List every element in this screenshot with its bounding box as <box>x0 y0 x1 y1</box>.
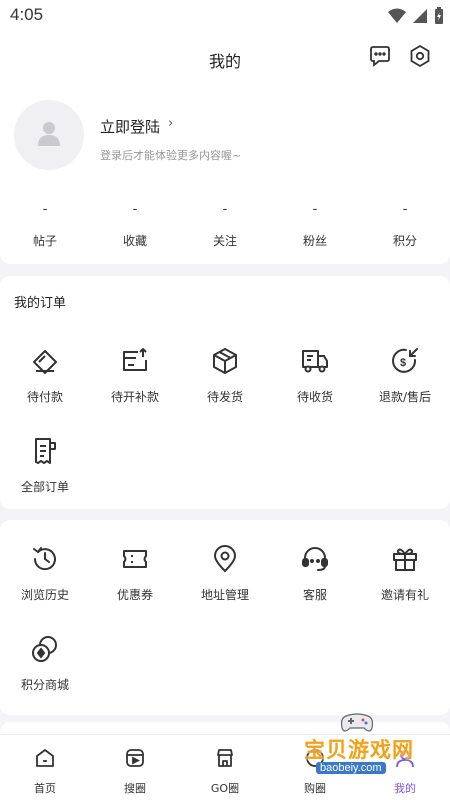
service-support[interactable]: 客服 <box>270 544 360 634</box>
order-pending-payment[interactable]: 待付款 <box>0 346 90 436</box>
settings-icon <box>408 44 432 72</box>
order-all[interactable]: 全部订单 <box>0 436 90 526</box>
video-icon <box>124 747 146 773</box>
orders-title: 我的订单 <box>14 296 67 311</box>
stat-label: 帖子 <box>32 234 57 248</box>
service-invite[interactable]: 邀请有礼 <box>360 544 450 634</box>
tab-label: 购圈 <box>304 782 326 795</box>
status-icons <box>388 7 444 29</box>
go-circle-icon <box>214 747 236 773</box>
stat-value: - <box>132 202 138 217</box>
home-icon <box>34 747 56 773</box>
watermark-title: 宝贝游戏网 <box>304 738 414 762</box>
login-link[interactable]: 立即登陆 <box>100 116 160 137</box>
stat-favorites[interactable]: - 收藏 <box>90 202 180 249</box>
order-pending-shipment[interactable]: 待发货 <box>180 346 270 436</box>
login-subtitle: 登录后才能体验更多内容喔~ <box>100 149 242 162</box>
stat-label: 积分 <box>392 234 417 248</box>
grid-label: 待付款 <box>26 390 63 404</box>
order-supplement-payment[interactable]: 待开补款 <box>90 346 180 436</box>
service-history[interactable]: 浏览历史 <box>0 544 90 634</box>
grid-label: 优惠券 <box>116 588 153 602</box>
receipt-icon <box>30 436 60 466</box>
refund-icon: $ <box>390 346 420 376</box>
settings-button[interactable] <box>406 44 434 72</box>
signal-icon <box>412 8 428 28</box>
stat-value: - <box>402 202 408 217</box>
message-icon <box>368 44 392 72</box>
location-icon <box>210 544 240 574</box>
delivery-truck-icon <box>300 346 330 376</box>
status-time: 4:05 <box>10 5 44 24</box>
points-mall-icon <box>30 634 60 664</box>
stat-label: 粉丝 <box>302 234 327 248</box>
stat-label: 收藏 <box>122 234 147 248</box>
service-coupons[interactable]: 优惠券 <box>90 544 180 634</box>
tab-go-circle[interactable]: GO圈 <box>180 735 270 800</box>
grid-label: 待开补款 <box>110 390 159 404</box>
stat-value: - <box>312 202 318 217</box>
order-pending-receipt[interactable]: 待收货 <box>270 346 360 436</box>
gift-icon <box>390 544 420 574</box>
tab-label: 首页 <box>34 782 56 795</box>
stat-following[interactable]: - 关注 <box>180 202 270 249</box>
package-icon <box>210 346 240 376</box>
services-card: 浏览历史 优惠券 地址管理 客服 邀请有礼 积分商城 <box>0 520 450 715</box>
stat-points[interactable]: - 积分 <box>360 202 450 249</box>
stats-row: - 帖子 - 收藏 - 关注 - 粉丝 - 积分 <box>0 202 450 249</box>
grid-label: 地址管理 <box>200 588 249 602</box>
services-grid: 浏览历史 优惠券 地址管理 客服 邀请有礼 积分商城 <box>0 544 450 724</box>
avatar[interactable] <box>14 100 84 170</box>
orders-card: 我的订单 待付款 待开补款 待发货 待收货 $ 退款/售后 全部订单 <box>0 276 450 509</box>
status-bar: 4:05 <box>0 0 450 32</box>
service-points-mall[interactable]: 积分商城 <box>0 634 90 724</box>
service-address[interactable]: 地址管理 <box>180 544 270 634</box>
grid-label: 积分商城 <box>20 678 69 692</box>
grid-label: 邀请有礼 <box>380 588 429 602</box>
tab-home[interactable]: 首页 <box>0 735 90 800</box>
headset-icon <box>300 544 330 574</box>
top-header: 我的 <box>0 32 450 84</box>
stat-value: - <box>42 202 48 217</box>
tab-label: 搜圈 <box>124 782 146 795</box>
stat-label: 关注 <box>212 234 237 248</box>
user-avatar-icon <box>36 120 62 150</box>
tab-label: 我的 <box>394 782 416 795</box>
coupon-icon <box>120 544 150 574</box>
watermark-url: baobeiy.com <box>316 762 386 774</box>
grid-label: 全部订单 <box>20 480 69 494</box>
orders-grid: 待付款 待开补款 待发货 待收货 $ 退款/售后 全部订单 <box>0 346 450 526</box>
stat-posts[interactable]: - 帖子 <box>0 202 90 249</box>
message-button[interactable] <box>366 44 394 72</box>
history-icon <box>30 544 60 574</box>
stat-fans[interactable]: - 粉丝 <box>270 202 360 249</box>
grid-label: 退款/售后 <box>378 390 432 404</box>
tab-label: GO圈 <box>210 782 240 795</box>
profile-card: 立即登陆 › 登录后才能体验更多内容喔~ - 帖子 - 收藏 - 关注 - 粉丝… <box>0 84 450 264</box>
battery-icon <box>434 7 444 29</box>
chevron-right-icon[interactable]: › <box>168 116 173 131</box>
pending-payment-icon <box>30 346 60 376</box>
stat-value: - <box>222 202 228 217</box>
watermark: 宝贝游戏网 baobeiy.com <box>304 712 414 782</box>
svg-text:$: $ <box>400 357 406 369</box>
grid-label: 待发货 <box>206 390 243 404</box>
tab-search-circle[interactable]: 搜圈 <box>90 735 180 800</box>
grid-label: 浏览历史 <box>20 588 69 602</box>
order-refund[interactable]: $ 退款/售后 <box>360 346 450 436</box>
grid-label: 客服 <box>302 588 327 602</box>
wifi-icon <box>388 8 406 28</box>
supplement-payment-icon <box>120 346 150 376</box>
grid-label: 待收货 <box>296 390 333 404</box>
